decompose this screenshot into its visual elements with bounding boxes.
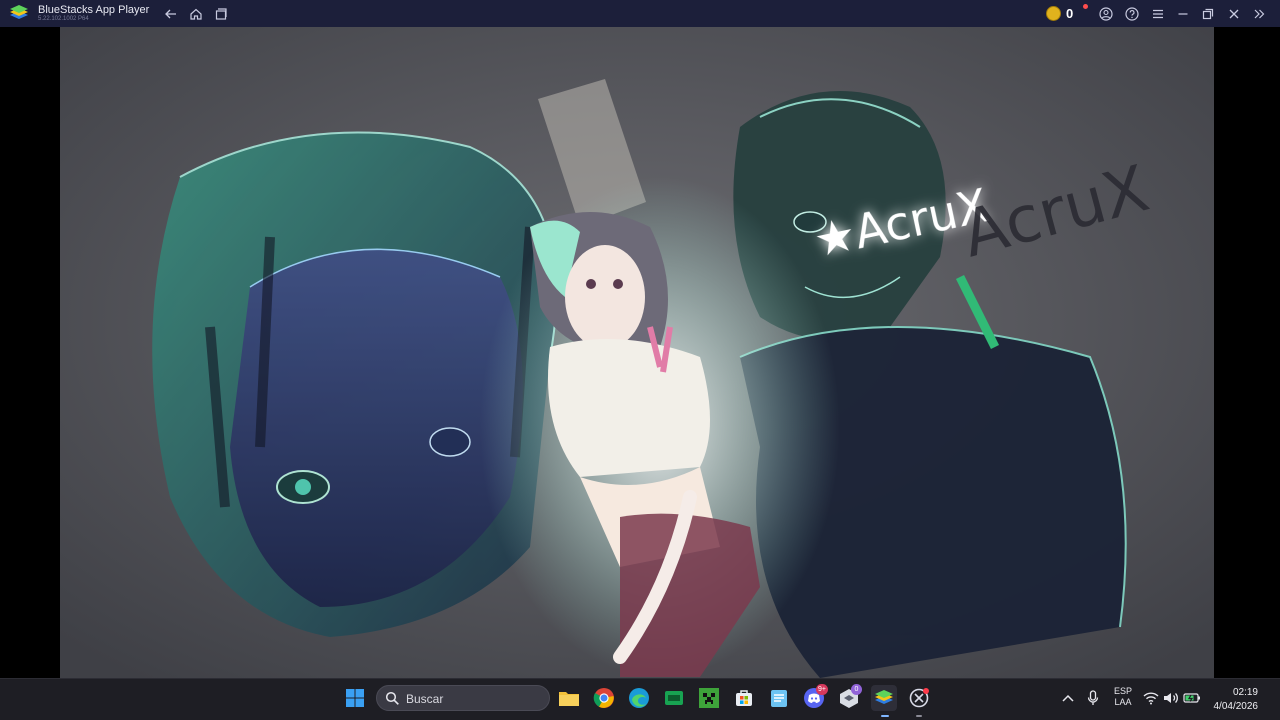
start-button[interactable] (342, 685, 368, 711)
search-placeholder: Buscar (406, 692, 444, 706)
account-icon (1099, 7, 1113, 21)
menu-icon (1153, 9, 1163, 19)
taskbar-chrome[interactable] (591, 685, 617, 711)
taskbar-bluestacks-x[interactable] (906, 685, 932, 711)
keyboard-layout: LAA (1114, 697, 1132, 707)
app-version: 5.22.102.1002 P64 (38, 16, 89, 22)
search-icon (385, 691, 399, 705)
bluestacks-icon (875, 690, 893, 704)
restore-icon (1202, 8, 1214, 20)
taskbar-microsoft-store[interactable] (731, 685, 757, 711)
minimize-icon (1178, 13, 1188, 15)
microphone-button[interactable] (1080, 685, 1106, 711)
multi-instance-button[interactable] (211, 4, 231, 24)
running-app-indicator (916, 715, 922, 717)
xbox-app-icon (665, 691, 683, 705)
virtualbox-notification-badge: 0 (851, 684, 862, 695)
app-title-bar: BlueStacks App Player 5.22.102.1002 P64 … (0, 0, 1280, 27)
input-language[interactable]: ESP LAA (1110, 686, 1136, 708)
notepad-icon (771, 690, 787, 707)
windows-logo-icon (346, 689, 364, 707)
restore-button[interactable] (1198, 4, 1218, 24)
bluestacks-logo-icon (10, 5, 28, 19)
app-title: BlueStacks App Player (38, 4, 150, 16)
taskbar-clock[interactable]: 02:19 4/04/2026 (1214, 686, 1259, 714)
back-icon (165, 9, 176, 19)
menu-button[interactable] (1148, 4, 1168, 24)
discord-notification-badge: 9+ (816, 684, 828, 695)
language-code: ESP (1113, 686, 1132, 696)
taskbar-notepad[interactable] (766, 685, 792, 711)
edge-icon (629, 688, 649, 708)
taskbar-bluestacks[interactable] (871, 685, 897, 711)
quick-settings-button[interactable] (1140, 685, 1204, 711)
microphone-icon (1087, 690, 1099, 705)
bluestacks-x-icon (909, 688, 929, 708)
show-hidden-icons-button[interactable] (1055, 685, 1081, 711)
store-icon (736, 690, 752, 706)
minimize-button[interactable] (1173, 4, 1193, 24)
collapse-sidebar-button[interactable] (1249, 4, 1269, 24)
anime-artwork: ★AcruX AcruX (60, 27, 1214, 678)
home-button[interactable] (186, 4, 206, 24)
help-icon (1125, 7, 1139, 21)
minecraft-icon (699, 688, 719, 708)
taskbar-xbox-app[interactable] (661, 685, 687, 711)
taskbar-minecraft[interactable] (696, 685, 722, 711)
help-button[interactable] (1122, 4, 1142, 24)
game-screen[interactable]: ★AcruX AcruX (60, 27, 1214, 678)
taskbar-search[interactable]: Buscar (376, 685, 550, 711)
wifi-icon (1143, 692, 1159, 705)
battery-charging-icon (1183, 693, 1200, 703)
home-icon (190, 8, 202, 20)
taskbar-file-explorer[interactable] (556, 685, 582, 711)
back-button[interactable] (161, 4, 181, 24)
coin-icon[interactable] (1046, 6, 1061, 21)
chevron-up-icon (1062, 694, 1074, 702)
volume-icon (1164, 693, 1178, 703)
close-icon (1229, 9, 1239, 19)
active-app-indicator (881, 715, 889, 717)
clock-date: 4/04/2026 (1213, 701, 1259, 712)
chrome-icon (593, 688, 614, 708)
clock-time: 02:19 (1232, 687, 1258, 698)
coin-count: 0 (1066, 6, 1074, 21)
collapse-sidebar-icon (1254, 9, 1265, 19)
folder-icon (559, 692, 579, 706)
notification-dot (1083, 4, 1088, 9)
multi-instance-icon (215, 8, 227, 20)
taskbar-edge[interactable] (626, 685, 652, 711)
close-button[interactable] (1224, 4, 1244, 24)
emulator-viewport[interactable]: ★AcruX AcruX (0, 27, 1280, 678)
account-button[interactable] (1096, 4, 1116, 24)
